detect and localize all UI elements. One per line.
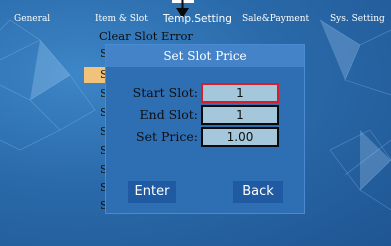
set-slot-price-dialog: Set Slot Price Start Slot: 1 End Slot: 1… <box>105 44 305 214</box>
set-price-field[interactable]: 1.00 <box>201 127 279 147</box>
tab-temp-setting[interactable]: Temp.Setting <box>163 11 232 27</box>
start-slot-field[interactable]: 1 <box>201 83 279 103</box>
back-button[interactable]: Back <box>233 181 283 203</box>
screen: General Item & Slot Temp.Setting Sale&Pa… <box>0 0 391 246</box>
tab-bar: General Item & Slot Temp.Setting Sale&Pa… <box>0 11 391 27</box>
end-slot-label: End Slot: <box>139 107 198 122</box>
tab-sale-payment[interactable]: Sale&Payment <box>242 11 309 27</box>
enter-button[interactable]: Enter <box>128 181 176 203</box>
set-price-label: Set Price: <box>136 129 198 144</box>
tab-item-slot[interactable]: Item & Slot <box>95 11 148 27</box>
tab-sys-setting[interactable]: Sys. Setting <box>330 11 385 27</box>
tab-general[interactable]: General <box>14 11 50 27</box>
menu-item-clear-slot-error[interactable]: Clear Slot Error <box>99 29 193 43</box>
dialog-title: Set Slot Price <box>106 45 304 67</box>
start-slot-label: Start Slot: <box>132 85 198 100</box>
end-slot-field[interactable]: 1 <box>201 105 279 125</box>
